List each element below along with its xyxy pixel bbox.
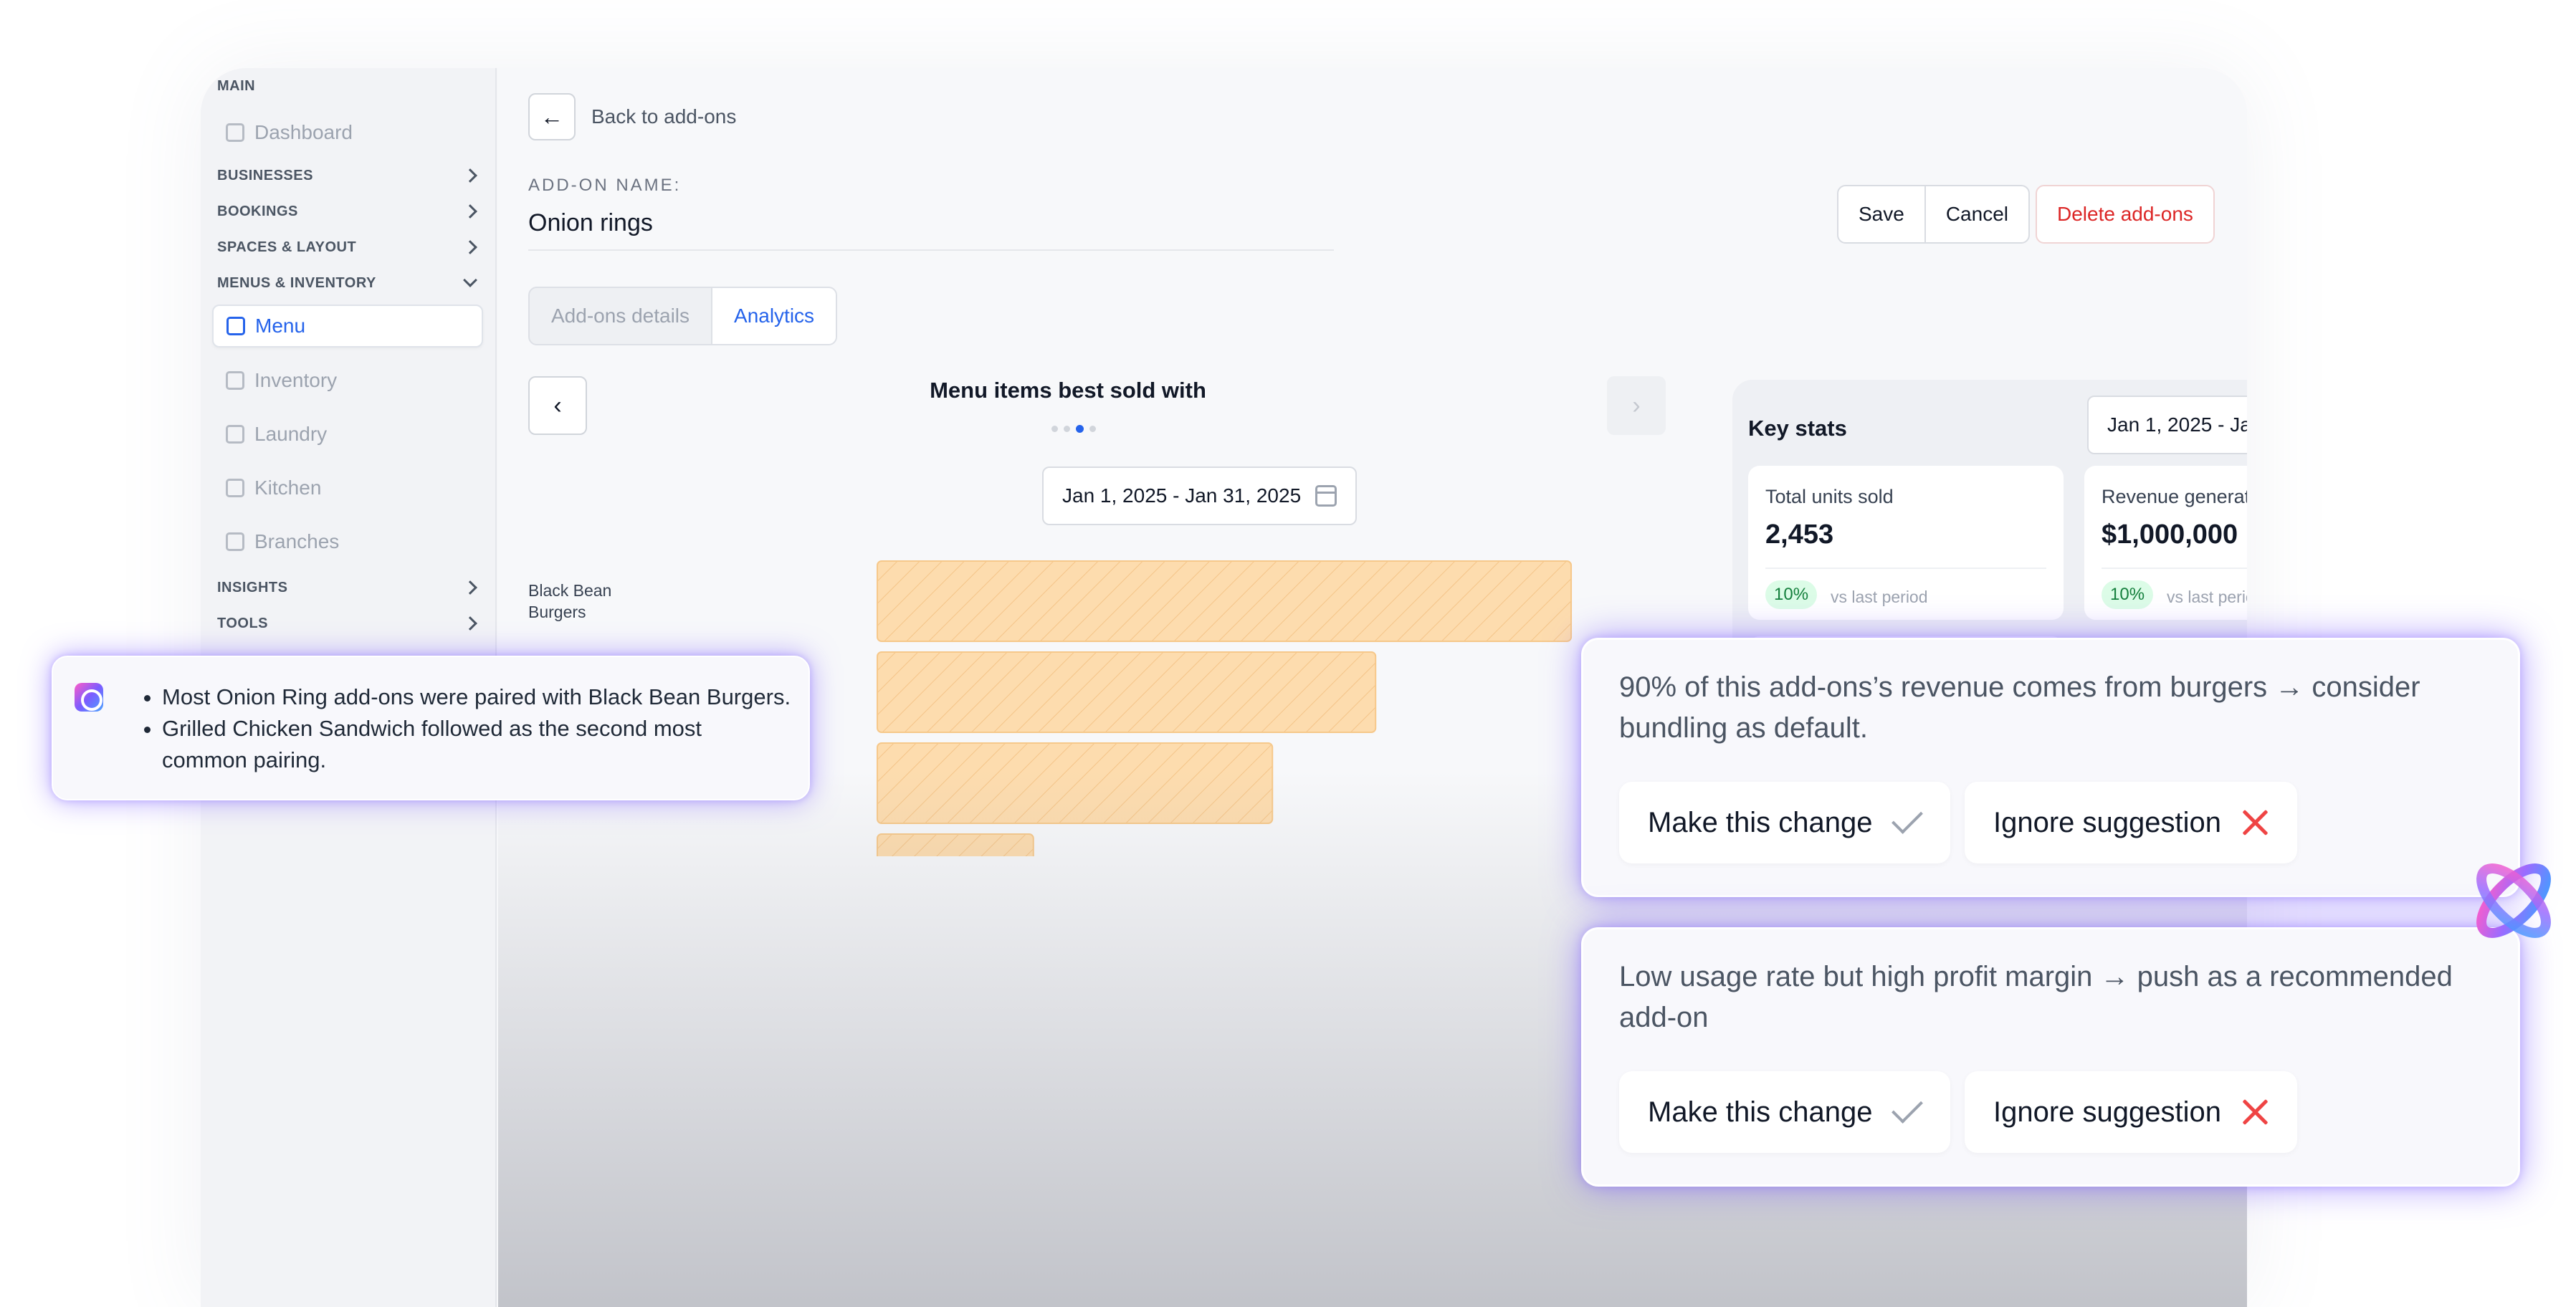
suggestion-card: 90% of this add-ons’s revenue comes from… xyxy=(1581,638,2520,897)
chevron-right-icon xyxy=(463,204,477,219)
sidebar-item-label: Kitchen xyxy=(254,477,322,499)
sidebar-item-inventory[interactable]: Inventory xyxy=(226,359,337,402)
chevron-right-icon xyxy=(463,616,477,631)
sidebar-group-businesses[interactable]: BUSINESSES xyxy=(217,161,477,190)
date-range-text: Jan 1, 2025 - Jan 31, 2025 xyxy=(2107,413,2247,436)
chevron-right-icon xyxy=(463,168,477,183)
make-change-button[interactable]: Make this change xyxy=(1619,1071,1950,1153)
sidebar-item-menu[interactable]: Menu xyxy=(212,305,483,348)
sidebar-item-label: Laundry xyxy=(254,423,328,445)
check-icon xyxy=(1891,1092,1923,1124)
sidebar-section-main: MAIN xyxy=(217,78,256,94)
category-label: Black Bean xyxy=(528,581,611,600)
chevron-right-icon xyxy=(463,580,477,595)
suggestion-card: Low usage rate but high profit margin → … xyxy=(1581,927,2520,1187)
sidebar-item-label: Dashboard xyxy=(254,121,353,143)
suggestion-text: 90% of this add-ons’s revenue comes from… xyxy=(1619,671,2420,744)
sidebar-item-label: Branches xyxy=(254,530,340,552)
sidebar-group-insights[interactable]: INSIGHTS xyxy=(217,573,477,602)
insight-bullet: Most Onion Ring add-ons were paired with… xyxy=(162,681,793,713)
button-label: Make this change xyxy=(1648,806,1873,838)
hanger-icon xyxy=(226,425,244,444)
sidebar-group-tools[interactable]: TOOLS xyxy=(217,609,477,638)
ai-insight-card: Most Onion Ring add-ons were paired with… xyxy=(52,656,810,800)
stats-date-range-picker[interactable]: Jan 1, 2025 - Jan 31, 2025 xyxy=(2087,396,2247,454)
cancel-button[interactable]: Cancel xyxy=(1924,186,2028,242)
stat-compare: vs last period xyxy=(2167,588,2247,606)
sidebar-group-label: TOOLS xyxy=(217,615,269,631)
chart-bar[interactable] xyxy=(877,833,1034,856)
sidebar-item-laundry[interactable]: Laundry xyxy=(226,413,327,456)
sidebar-group-spaces[interactable]: SPACES & LAYOUT xyxy=(217,233,477,262)
sidebar-item-kitchen[interactable]: Kitchen xyxy=(226,466,321,509)
pot-icon xyxy=(226,479,244,497)
stat-title: Revenue generated xyxy=(2102,486,2247,507)
stat-divider xyxy=(2102,568,2247,569)
chart-bar[interactable] xyxy=(877,742,1274,824)
button-label: Ignore suggestion xyxy=(1993,1096,2222,1128)
stat-card-units-sold: Total units sold 2,453 10% vs last perio… xyxy=(1748,466,2064,620)
stat-divider xyxy=(1765,568,2046,569)
sidebar-group-label: BUSINESSES xyxy=(217,167,313,183)
chevron-right-icon xyxy=(463,240,477,254)
trend-badge: 10% xyxy=(1765,580,1818,609)
chart-bar[interactable] xyxy=(877,651,1377,733)
close-icon xyxy=(2241,809,2269,836)
save-cancel-group: Save Cancel xyxy=(1837,185,2030,244)
ai-logo-icon xyxy=(2476,863,2551,938)
delete-addons-button[interactable]: Delete add-ons xyxy=(2036,185,2215,244)
book-icon xyxy=(226,317,245,335)
suggestion-text: Low usage rate but high profit margin → … xyxy=(1619,961,2453,1033)
sidebar-item-label: Menu xyxy=(255,315,306,337)
sidebar-group-label: INSIGHTS xyxy=(217,579,288,595)
sidebar-group-label: BOOKINGS xyxy=(217,203,298,219)
ignore-suggestion-button[interactable]: Ignore suggestion xyxy=(1965,782,2298,863)
insight-bullet: Grilled Chicken Sandwich followed as the… xyxy=(162,713,793,776)
category-label: Lentil Shepherd's xyxy=(528,854,655,856)
key-stats-title: Key stats xyxy=(1748,416,1847,441)
store-icon xyxy=(226,532,244,551)
stat-compare: vs last period xyxy=(1831,588,1928,606)
stat-value: 2,453 xyxy=(1765,520,1834,550)
ai-assistant-icon xyxy=(75,683,103,712)
check-icon xyxy=(1891,803,1923,834)
category-label: Burgers xyxy=(528,603,586,621)
chevron-down-icon xyxy=(463,273,477,287)
trend-badge: 10% xyxy=(2102,580,2154,609)
sidebar-item-branches[interactable]: Branches xyxy=(226,520,339,563)
sidebar-item-label: Inventory xyxy=(254,369,338,391)
button-label: Ignore suggestion xyxy=(1993,806,2222,838)
insight-list: Most Onion Ring add-ons were paired with… xyxy=(162,681,793,776)
clipboard-icon xyxy=(226,371,244,390)
sidebar-group-label: MENUS & INVENTORY xyxy=(217,274,376,291)
sidebar-group-bookings[interactable]: BOOKINGS xyxy=(217,197,477,226)
button-label: Make this change xyxy=(1648,1096,1873,1128)
stat-value: $1,000,000 xyxy=(2102,520,2238,550)
sidebar-item-dashboard[interactable]: Dashboard xyxy=(226,111,353,154)
grid-icon xyxy=(226,123,244,142)
save-button[interactable]: Save xyxy=(1838,186,1924,242)
chart-bar[interactable] xyxy=(877,560,1573,642)
sidebar-group-menus[interactable]: MENUS & INVENTORY xyxy=(217,269,477,297)
sidebar-group-label: SPACES & LAYOUT xyxy=(217,239,357,255)
close-icon xyxy=(2241,1098,2269,1126)
stat-card-revenue: Revenue generated $1,000,000 10% vs last… xyxy=(2084,466,2247,620)
make-change-button[interactable]: Make this change xyxy=(1619,782,1950,863)
ignore-suggestion-button[interactable]: Ignore suggestion xyxy=(1965,1071,2298,1153)
stat-title: Total units sold xyxy=(1765,486,1894,507)
